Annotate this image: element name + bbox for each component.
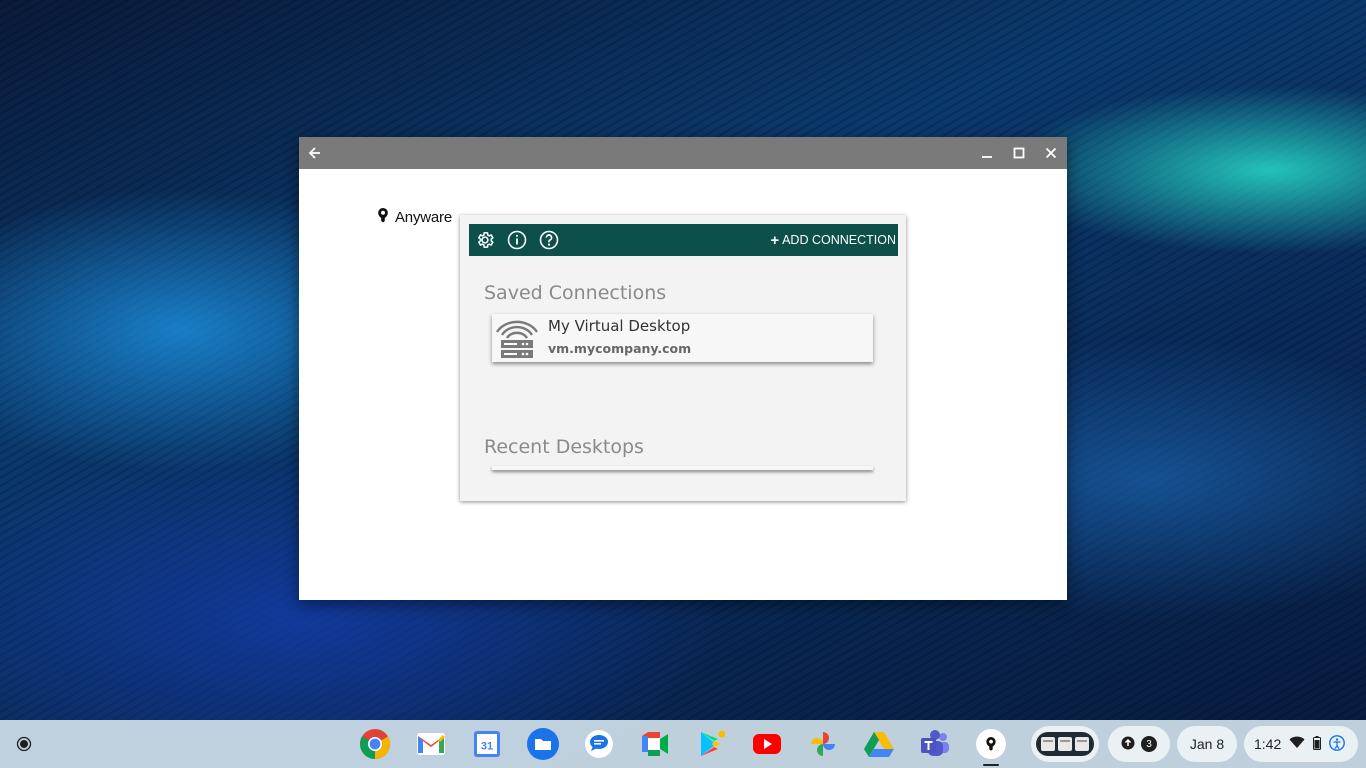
messages-icon[interactable] [583,728,615,760]
maximize-icon[interactable] [1003,137,1035,169]
app-window: Anyware + ADD CONNECTION Saved Connectio… [299,137,1067,600]
saved-connection-item[interactable]: My Virtual Desktop vm.mycompany.com [492,314,873,362]
gear-icon[interactable] [469,224,501,256]
date-pill[interactable]: Jan 8 [1177,726,1237,762]
play-store-icon[interactable] [695,728,727,760]
saved-connections-title: Saved Connections [484,282,667,304]
server-signal-icon [494,315,540,365]
info-icon[interactable] [501,224,533,256]
wifi-icon [1289,736,1305,752]
panel-toolbar: + ADD CONNECTION [469,224,898,256]
active-app-indicator [983,764,999,766]
connection-host: vm.mycompany.com [548,341,692,356]
teams-icon[interactable] [919,728,951,760]
time-label: 1:42 [1254,736,1282,752]
title-bar[interactable] [299,137,1067,169]
drive-icon[interactable] [863,728,895,760]
connections-panel: + ADD CONNECTION Saved Connections My Vi… [460,215,906,501]
plus-icon: + [770,231,780,249]
calendar-icon[interactable]: 31 [471,728,503,760]
gmail-icon[interactable] [415,728,447,760]
notification-count: 3 [1141,736,1157,752]
anyware-logo-icon [377,207,389,227]
recent-desktops-list [492,466,873,470]
accessibility-icon [1329,734,1346,754]
connection-name: My Virtual Desktop [548,317,691,335]
minimize-icon[interactable] [971,137,1003,169]
launcher-button[interactable] [6,726,42,762]
anyware-logo-icon[interactable] [975,728,1007,760]
youtube-icon[interactable] [751,728,783,760]
svg-text:31: 31 [481,741,493,753]
battery-icon [1313,735,1322,753]
add-connection-button[interactable]: + ADD CONNECTION [770,233,896,248]
help-icon[interactable] [533,224,565,256]
files-icon[interactable] [527,728,559,760]
brand: Anyware [377,207,452,227]
close-icon[interactable] [1035,137,1067,169]
recent-desktops-title: Recent Desktops [484,436,644,458]
overview-pill[interactable] [1031,726,1099,762]
notification-pill[interactable]: 3 [1108,726,1170,762]
status-area[interactable]: 1:42 [1244,726,1358,762]
upload-icon [1121,736,1135,753]
meet-icon[interactable] [639,728,671,760]
shelf: 31 3 Jan 8 1:42 [0,720,1366,768]
add-connection-label: ADD CONNECTION [782,233,896,247]
date-label: Jan 8 [1189,736,1225,752]
arrow-left-icon[interactable] [299,137,331,169]
brand-name: Anyware [395,208,452,226]
photos-icon[interactable] [807,728,839,760]
chrome-icon[interactable] [359,728,391,760]
